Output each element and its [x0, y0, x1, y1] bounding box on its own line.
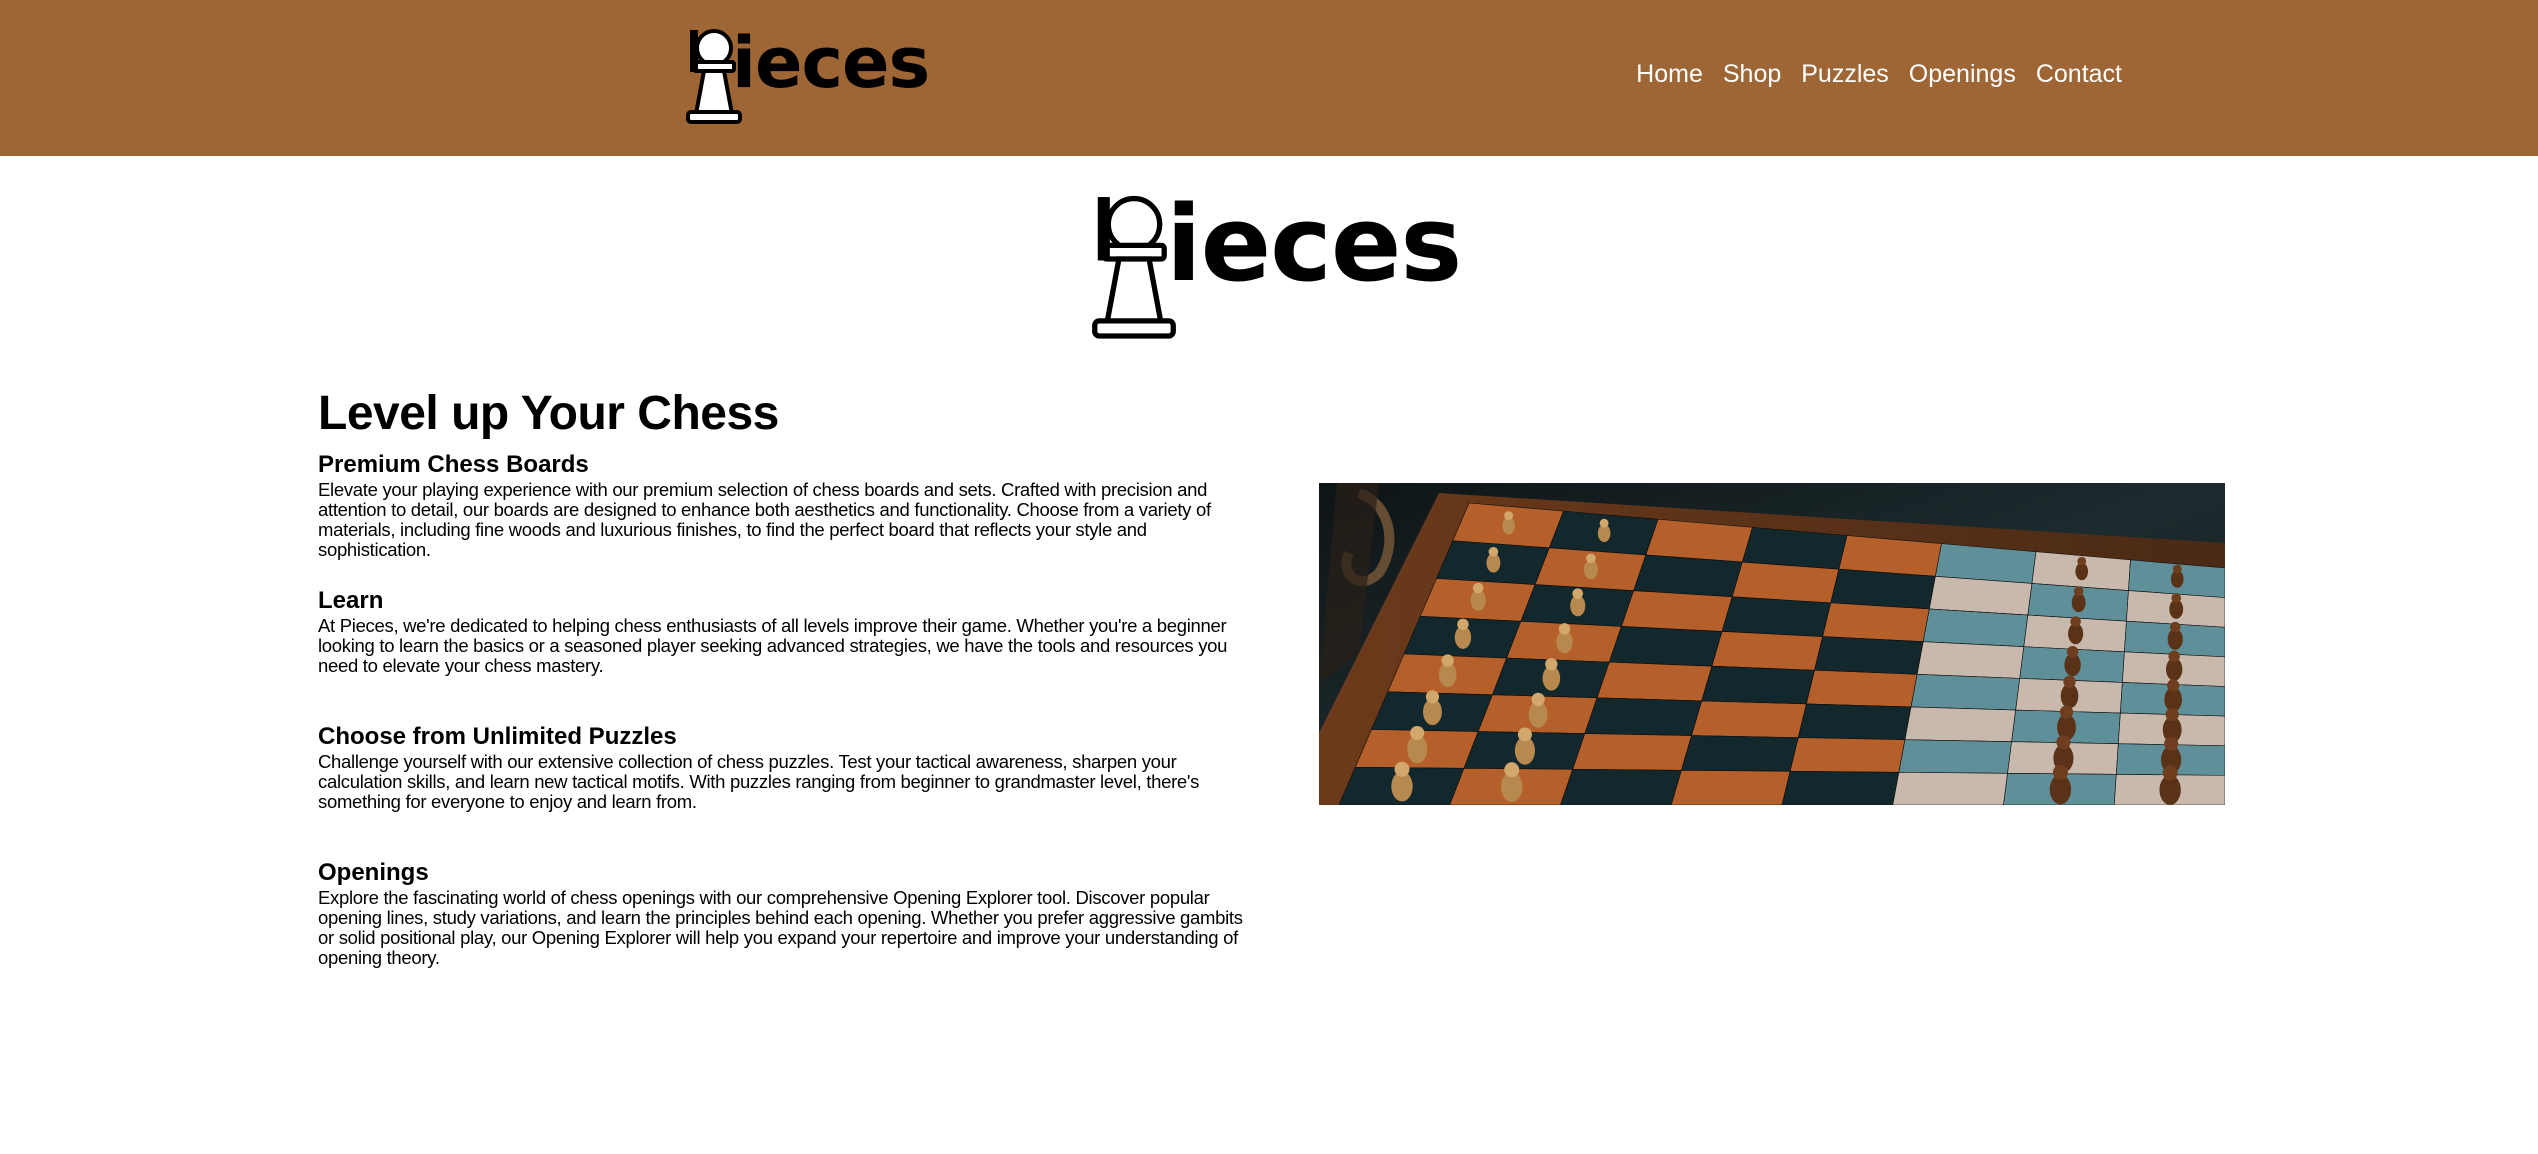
section-heading: Learn [318, 587, 384, 614]
board-square [1814, 636, 1924, 675]
board-square [1596, 661, 1713, 702]
board-square [1928, 575, 2033, 616]
board-square [1922, 608, 2029, 648]
board-square [1916, 641, 2025, 679]
board-square [1633, 554, 1743, 598]
board-square [1572, 733, 1692, 771]
main-content: Level up Your Chess Premium Chess Boards… [318, 386, 1258, 968]
board-square [1560, 768, 1682, 805]
board-square [1691, 700, 1807, 738]
section-heading: Openings [318, 859, 429, 886]
board-square [1904, 706, 2017, 742]
board-square [1805, 669, 1918, 708]
section-learn: Learn At Pieces, we're dedicated to help… [318, 586, 1258, 676]
board-square [1830, 568, 1936, 610]
section-body: At Pieces, we're dedicated to helping ch… [318, 615, 1228, 676]
board-square [1584, 697, 1703, 736]
board-square [1621, 590, 1733, 632]
board-square [1797, 703, 1912, 740]
header-logo[interactable]: ieces [684, 24, 930, 126]
board-square [1721, 596, 1832, 637]
board-square [1898, 739, 2012, 774]
board-square [1701, 665, 1815, 705]
board-square [1910, 674, 2021, 711]
section-puzzles: Choose from Unlimited Puzzles Challenge … [318, 722, 1258, 812]
section-body: Elevate your playing experience with our… [318, 479, 1211, 560]
page-title: Level up Your Chess [318, 387, 779, 440]
site-header: ieces Home Shop Puzzles Openings Contact [0, 0, 2538, 156]
section-heading: Choose from Unlimited Puzzles [318, 723, 677, 750]
board-square [1608, 626, 1723, 667]
board-square [1781, 771, 1900, 805]
main-nav: Home Shop Puzzles Openings Contact [1636, 56, 2122, 92]
board-square [1711, 631, 1824, 671]
nav-openings[interactable]: Openings [1909, 56, 2016, 92]
section-heading: Premium Chess Boards [318, 451, 589, 478]
board-square [1731, 561, 1840, 604]
section-body: Challenge yourself with our extensive co… [318, 751, 1200, 812]
nav-contact[interactable]: Contact [2036, 56, 2122, 92]
board-square [1670, 769, 1791, 805]
section-premium-boards: Premium Chess Boards Elevate your playin… [318, 450, 1258, 560]
hero-logo: ieces [1088, 183, 1462, 342]
header-logo-text: ieces [732, 22, 930, 104]
section-body: Explore the fascinating world of chess o… [318, 887, 1243, 968]
chess-board-image [1319, 483, 2225, 805]
board-square [1892, 772, 2008, 805]
nav-shop[interactable]: Shop [1723, 56, 1781, 92]
nav-puzzles[interactable]: Puzzles [1801, 56, 1889, 92]
board-square [1681, 735, 1799, 772]
board-square [1822, 602, 1930, 642]
section-openings: Openings Explore the fascinating world o… [318, 858, 1258, 968]
hero-logo-text: ieces [1166, 183, 1462, 305]
chess-board-illustration [1319, 483, 2225, 805]
board-square [1789, 737, 1906, 773]
nav-home[interactable]: Home [1636, 56, 1703, 92]
